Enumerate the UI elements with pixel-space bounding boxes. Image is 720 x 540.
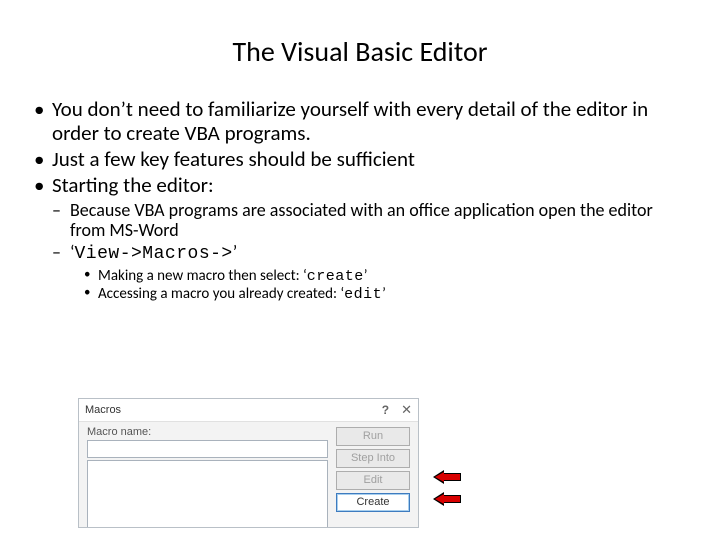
bullet-item: Just a few key features should be suffic… <box>30 147 690 171</box>
run-button[interactable]: Run <box>336 427 410 446</box>
bullet-item: Starting the editor: Because VBA program… <box>30 173 690 303</box>
page-title: The Visual Basic Editor <box>0 0 720 77</box>
step-into-button[interactable]: Step Into <box>336 449 410 468</box>
help-icon[interactable]: ? <box>382 399 389 421</box>
slide: The Visual Basic Editor You don’t need t… <box>0 0 720 540</box>
text-run: Accessing a macro you already created: ‘ <box>98 285 344 303</box>
code-text: edit <box>344 286 382 303</box>
dialog-button-column: Run Step Into Edit Create <box>336 426 410 528</box>
dialog-left-pane: Macro name: <box>87 426 328 528</box>
sub-bullet-item: ‘View->Macros->’ Making a new macro then… <box>52 242 690 303</box>
macros-dialog: Macros ? ✕ Macro name: Run Step Into Edi… <box>78 398 419 528</box>
dialog-body: Macro name: Run Step Into Edit Create <box>79 422 418 528</box>
text-run: ’ <box>382 285 386 303</box>
content-area: You don’t need to familiarize yourself w… <box>0 77 720 303</box>
code-text: View->Macros-> <box>75 244 233 264</box>
dialog-wrapper: Macros ? ✕ Macro name: Run Step Into Edi… <box>78 398 419 528</box>
quote-close: ’ <box>233 241 238 263</box>
dialog-title: Macros <box>85 399 121 421</box>
close-icon[interactable]: ✕ <box>401 399 412 421</box>
titlebar-controls: ? ✕ <box>382 399 412 421</box>
sub-bullet-item: Because VBA programs are associated with… <box>52 200 690 241</box>
subsub-bullet-item: Accessing a macro you already created: ‘… <box>84 286 690 303</box>
macro-name-label: Macro name: <box>87 426 328 438</box>
macro-listbox[interactable] <box>87 460 328 528</box>
create-button[interactable]: Create <box>336 493 410 512</box>
code-text: create <box>307 268 364 285</box>
subsub-bullet-item: Making a new macro then select: ‘create’ <box>84 268 690 285</box>
subsub-bullet-list: Making a new macro then select: ‘create’… <box>70 268 690 304</box>
edit-button[interactable]: Edit <box>336 471 410 490</box>
macro-name-input[interactable] <box>87 440 328 458</box>
bullet-item: You don’t need to familiarize yourself w… <box>30 97 690 145</box>
callout-arrow-icon <box>433 470 461 484</box>
dialog-titlebar: Macros ? ✕ <box>79 399 418 422</box>
bullet-list: You don’t need to familiarize yourself w… <box>30 97 690 303</box>
bullet-text: Starting the editor: <box>52 172 214 198</box>
text-run: Making a new macro then select: ‘ <box>98 267 307 285</box>
text-run: ’ <box>364 267 368 285</box>
sub-bullet-list: Because VBA programs are associated with… <box>52 200 690 304</box>
callout-arrow-icon <box>433 492 461 506</box>
